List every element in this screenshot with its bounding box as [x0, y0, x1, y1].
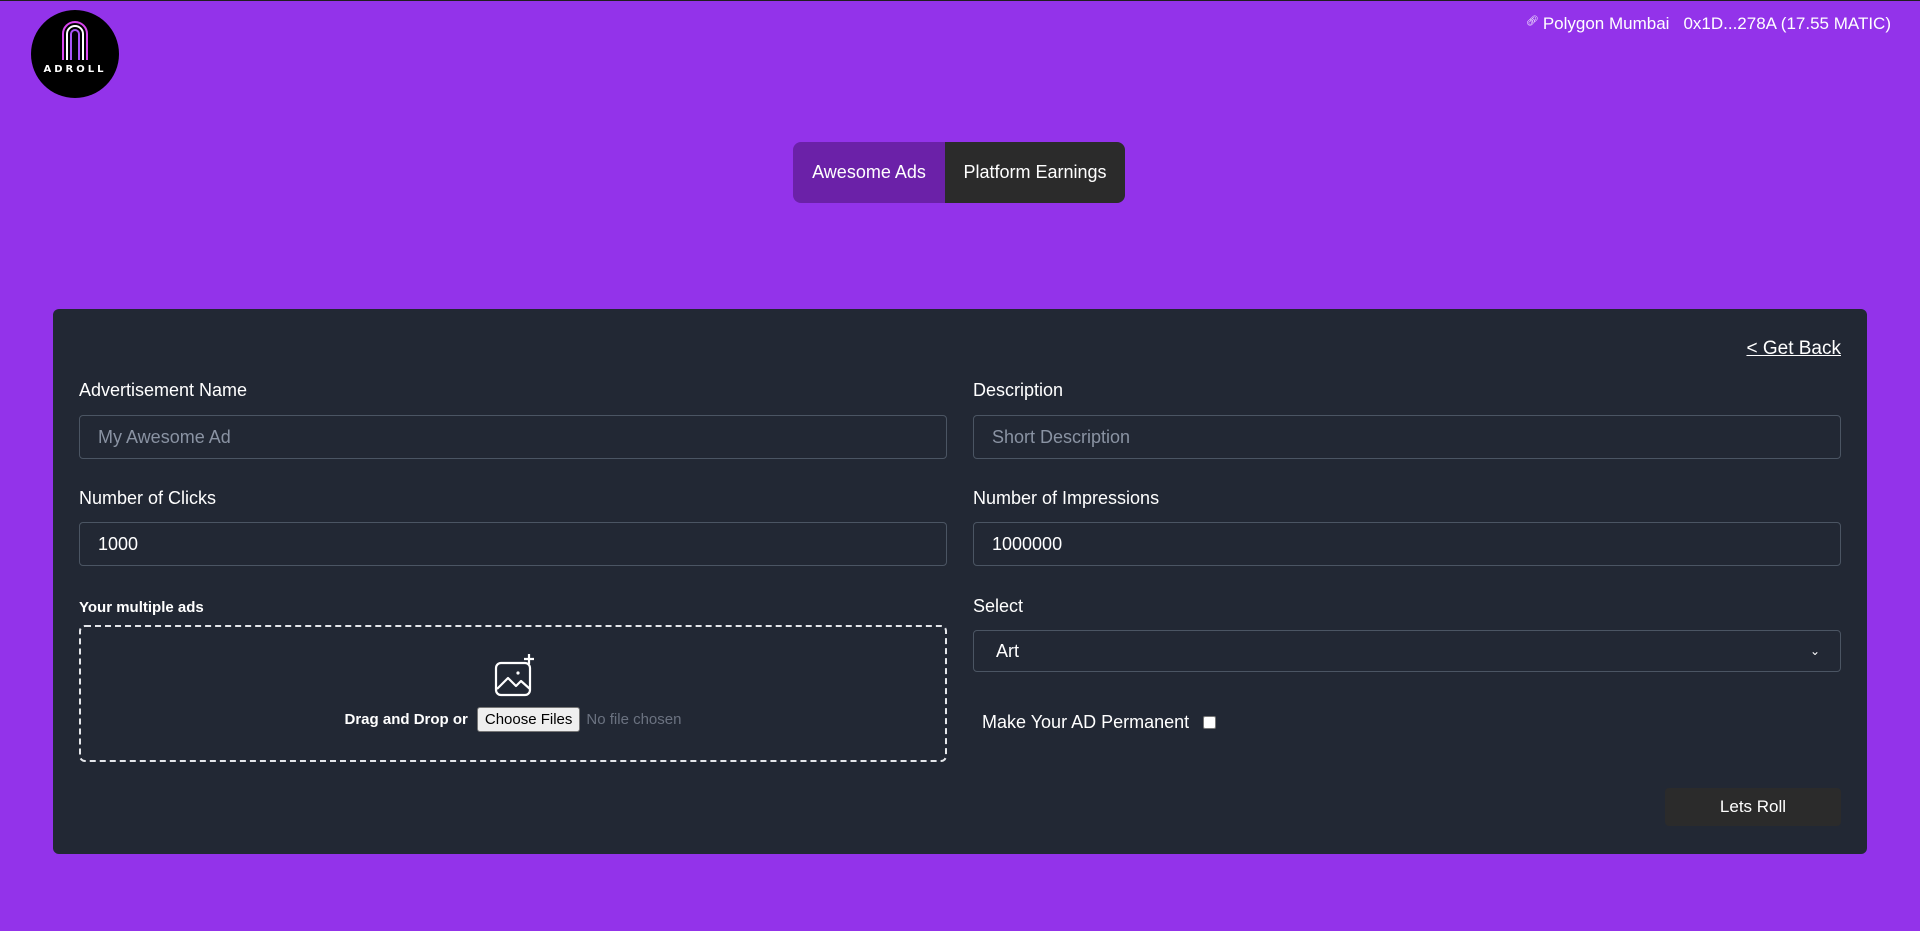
file-status: No file chosen — [586, 711, 682, 728]
wallet-status[interactable]: 🔗︎ Polygon Mumbai 0x1D...278A (17.55 MAT… — [1526, 14, 1891, 34]
chevron-down-icon: ⌄ — [1809, 644, 1820, 658]
clicks-input[interactable] — [79, 522, 947, 566]
description-input[interactable] — [973, 415, 1841, 459]
main-tabs: Awesome Ads Platform Earnings — [793, 142, 1125, 203]
choose-files-button[interactable]: Choose Files — [476, 707, 581, 732]
image-add-icon — [494, 654, 534, 697]
description-label: Description — [973, 380, 1064, 400]
ad-name-input[interactable] — [79, 415, 947, 459]
permanent-checkbox[interactable] — [1203, 716, 1217, 729]
top-border — [0, 0, 1920, 1]
category-label: Select — [973, 596, 1024, 616]
lets-roll-button[interactable]: Lets Roll — [1665, 788, 1841, 826]
network-indicator[interactable]: 🔗︎ Polygon Mumbai — [1526, 14, 1669, 34]
ad-name-label: Advertisement Name — [79, 380, 248, 400]
create-ad-card: < Get Back Advertisement Name Descriptio… — [53, 309, 1867, 854]
logo-mark-area: ADROLL — [31, 10, 119, 84]
logo-wordmark: ADROLL — [43, 64, 107, 75]
uploads-label: Your multiple ads — [79, 599, 204, 616]
network-name: Polygon Mumbai — [1542, 14, 1670, 33]
permanent-option[interactable]: Make Your AD Permanent — [982, 712, 1217, 733]
get-back-link[interactable]: < Get Back — [1746, 338, 1841, 360]
dropzone-controls: Drag and Drop or Choose Files No file ch… — [81, 707, 945, 732]
account-balance[interactable]: 0x1D...278A (17.55 MATIC) — [1683, 14, 1891, 34]
link-icon: 🔗︎ — [1526, 15, 1539, 27]
logo-arch-icon — [62, 21, 88, 60]
tab-platform-earnings[interactable]: Platform Earnings — [945, 142, 1125, 203]
clicks-label: Number of Clicks — [79, 488, 217, 508]
category-select[interactable]: Art ⌄ — [973, 630, 1841, 672]
file-dropzone[interactable]: Drag and Drop or Choose Files No file ch… — [79, 625, 947, 762]
permanent-label: Make Your AD Permanent — [982, 712, 1190, 732]
impressions-input[interactable] — [973, 522, 1841, 566]
category-value: Art — [996, 640, 1020, 661]
tab-awesome-ads[interactable]: Awesome Ads — [793, 142, 945, 203]
drag-drop-text: Drag and Drop or — [344, 711, 468, 728]
impressions-label: Number of Impressions — [973, 488, 1160, 508]
